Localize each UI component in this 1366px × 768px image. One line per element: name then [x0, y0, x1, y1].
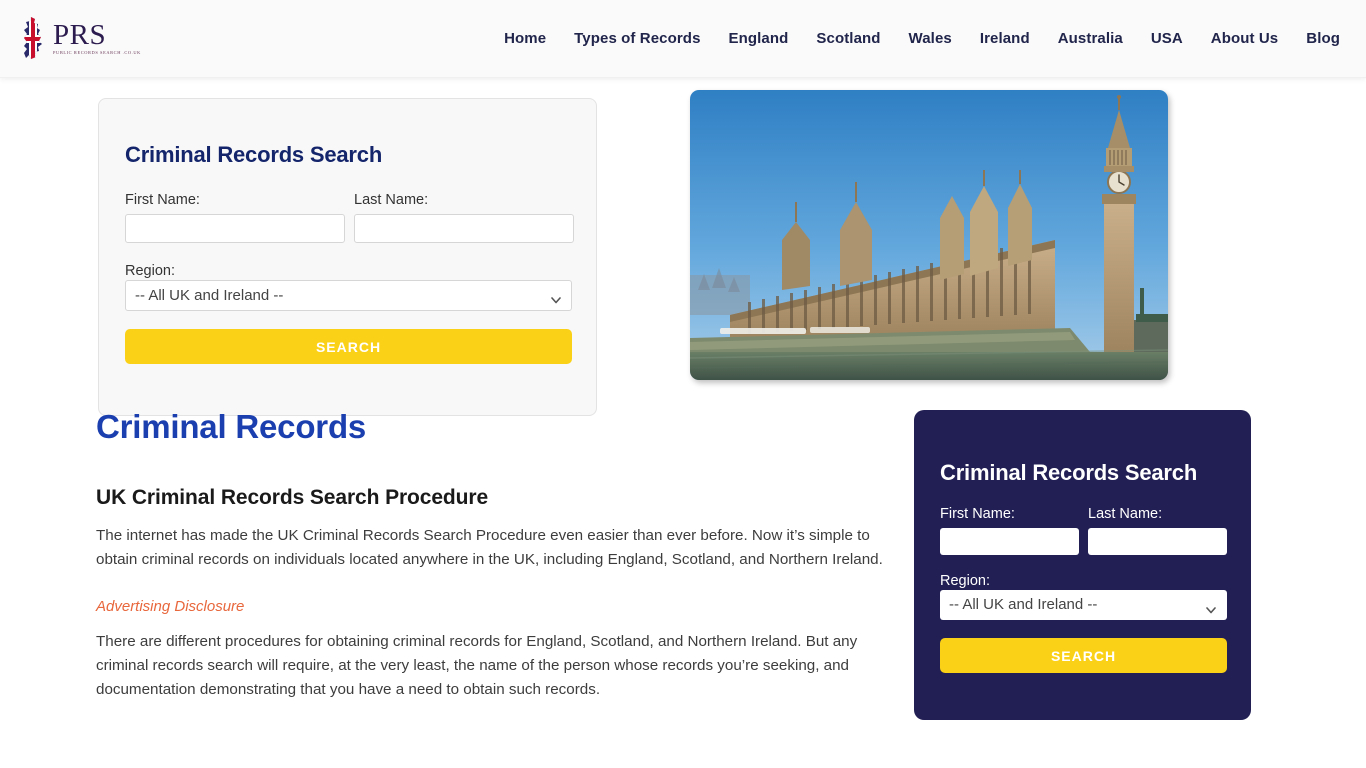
hero-region-label: Region: — [125, 263, 175, 279]
nav-item-about-us[interactable]: About Us — [1211, 30, 1278, 47]
page-title: Criminal Records — [96, 408, 367, 445]
nav-item-usa[interactable]: USA — [1151, 30, 1183, 47]
hero-last-name-input[interactable] — [354, 214, 574, 243]
sidebar-region-field: Region: -- All UK and Ireland -- — [940, 572, 1251, 620]
logo-tagline: PUBLIC RECORDS SEARCH .CO.UK — [53, 50, 141, 55]
hero-first-name-label: First Name: — [125, 192, 200, 208]
article-subheading: UK Criminal Records Search Procedure — [96, 486, 489, 509]
article: Criminal Records UK Criminal Records Sea… — [96, 408, 886, 702]
hero-search-button[interactable]: SEARCH — [125, 329, 572, 364]
hero-section: Criminal Records Search First Name: Last… — [0, 78, 1366, 416]
parliament-big-ben-photo — [690, 90, 1168, 380]
nav-item-ireland[interactable]: Ireland — [980, 30, 1030, 47]
sidebar-search-button[interactable]: SEARCH — [940, 638, 1227, 673]
hero-name-fields: First Name: Last Name: — [125, 192, 596, 243]
site-logo[interactable]: PRS PUBLIC RECORDS SEARCH .CO.UK — [18, 16, 141, 62]
hero-region-field: Region: -- All UK and Ireland -- — [125, 262, 596, 311]
logo-wordmark: PRS — [53, 19, 107, 51]
nav-item-england[interactable]: England — [729, 30, 789, 47]
nav-item-types-of-records[interactable]: Types of Records — [574, 30, 700, 47]
sidebar-region-label: Region: — [940, 573, 990, 589]
sidebar-name-fields: First Name: Last Name: — [940, 506, 1251, 555]
sidebar-region-select[interactable]: -- All UK and Ireland -- — [940, 590, 1227, 620]
sidebar-last-name-label: Last Name: — [1088, 506, 1163, 522]
nav-item-home[interactable]: Home — [504, 30, 546, 47]
hero-region-select-wrap: -- All UK and Ireland -- — [125, 280, 572, 311]
nav-item-australia[interactable]: Australia — [1058, 30, 1123, 47]
main-navigation: Home Types of Records England Scotland W… — [504, 30, 1340, 47]
sidebar-region-select-wrap: -- All UK and Ireland -- — [940, 590, 1227, 620]
sidebar-first-name-field: First Name: — [940, 506, 1079, 555]
article-paragraph-2: There are different procedures for obtai… — [96, 633, 858, 698]
nav-item-wales[interactable]: Wales — [909, 30, 952, 47]
uk-map-flag-icon — [18, 16, 48, 62]
advertising-disclosure-link[interactable]: Advertising Disclosure — [96, 598, 244, 615]
hero-first-name-input[interactable] — [125, 214, 345, 243]
hero-last-name-field: Last Name: — [354, 192, 574, 243]
sidebar-first-name-label: First Name: — [940, 506, 1015, 522]
nav-item-scotland[interactable]: Scotland — [816, 30, 880, 47]
hero-region-select[interactable]: -- All UK and Ireland -- — [125, 280, 572, 311]
nav-item-blog[interactable]: Blog — [1306, 30, 1340, 47]
hero-first-name-field: First Name: — [125, 192, 345, 243]
sidebar-search-title: Criminal Records Search — [940, 460, 1198, 485]
site-header: PRS PUBLIC RECORDS SEARCH .CO.UK Home Ty… — [0, 0, 1366, 78]
hero-search-card: Criminal Records Search First Name: Last… — [98, 98, 597, 416]
article-paragraph-1: The internet has made the UK Criminal Re… — [96, 527, 883, 568]
hero-last-name-label: Last Name: — [354, 192, 429, 208]
hero-search-title: Criminal Records Search — [125, 142, 383, 167]
sidebar-first-name-input[interactable] — [940, 528, 1079, 555]
sidebar-last-name-field: Last Name: — [1088, 506, 1227, 555]
sidebar-search-widget: Criminal Records Search First Name: Last… — [914, 410, 1251, 720]
sidebar-last-name-input[interactable] — [1088, 528, 1227, 555]
